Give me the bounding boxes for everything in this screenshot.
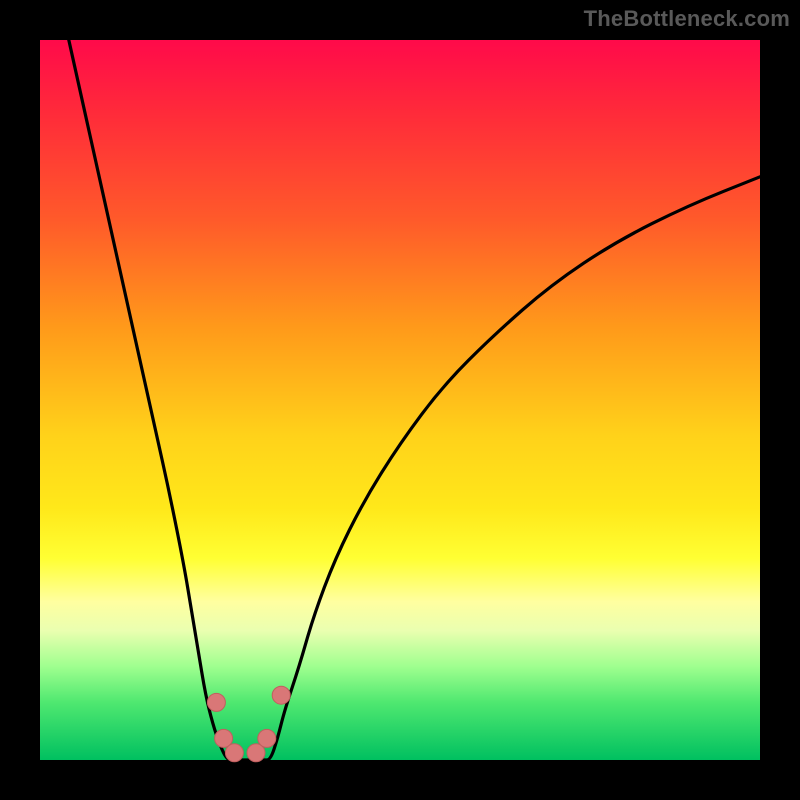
attribution-text: TheBottleneck.com — [584, 6, 790, 32]
curve-path — [69, 40, 760, 760]
curve-marker — [207, 693, 225, 711]
curve-marker — [225, 744, 243, 762]
curve-marker — [272, 686, 290, 704]
curve-marker — [258, 729, 276, 747]
marker-group — [207, 686, 290, 762]
bottleneck-curve — [40, 40, 760, 760]
plot-area — [40, 40, 760, 760]
chart-frame: TheBottleneck.com — [0, 0, 800, 800]
